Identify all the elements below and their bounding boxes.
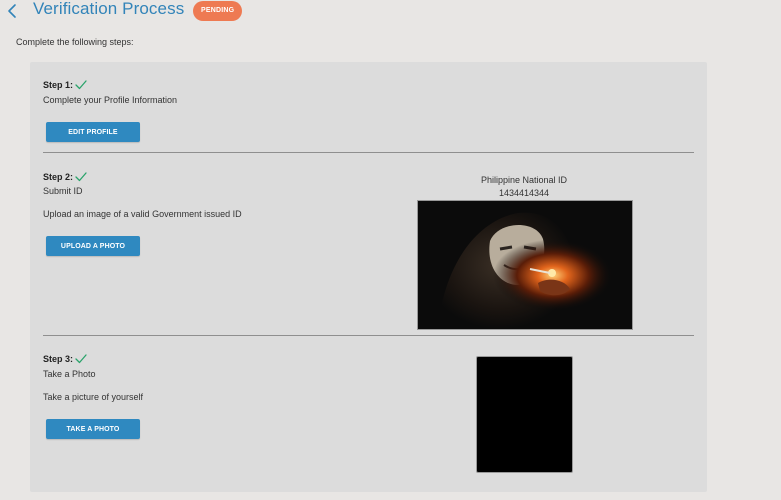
chevron-left-icon[interactable] (5, 3, 19, 19)
step-2-label: Step 2: (43, 172, 74, 182)
check-icon (75, 172, 87, 182)
step-3-description: Take a Photo (43, 369, 96, 379)
step-3-title: Step 3: (43, 354, 87, 364)
id-type-label: Philippine National ID (480, 175, 568, 185)
step-2-instruction: Upload an image of a valid Government is… (43, 209, 242, 219)
step-2-description: Submit ID (43, 186, 83, 196)
divider (43, 152, 694, 153)
check-icon (75, 80, 87, 90)
edit-profile-button[interactable]: EDIT PROFILE (46, 122, 140, 142)
intro-text: Complete the following steps: (16, 37, 134, 47)
step-3-instruction: Take a picture of yourself (43, 392, 144, 402)
step-1-description: Complete your Profile Information (43, 95, 178, 105)
steps-panel: Step 1: Complete your Profile Informatio… (30, 62, 707, 492)
take-photo-button[interactable]: TAKE A PHOTO (46, 419, 140, 439)
selfie-photo[interactable] (476, 356, 573, 473)
id-photo[interactable] (417, 200, 633, 330)
step-3-label: Step 3: (43, 354, 74, 364)
upload-photo-button[interactable]: UPLOAD A PHOTO (46, 236, 140, 256)
check-icon (75, 354, 87, 364)
page-title: Verification Process (33, 0, 185, 18)
id-photo-graphic (418, 201, 632, 329)
divider (43, 335, 694, 336)
step-1-label: Step 1: (43, 80, 74, 90)
status-badge: PENDING (193, 1, 243, 21)
step-1-title: Step 1: (43, 80, 87, 90)
step-2-title: Step 2: (43, 172, 87, 182)
id-number-label: 1434414344 (498, 188, 550, 198)
